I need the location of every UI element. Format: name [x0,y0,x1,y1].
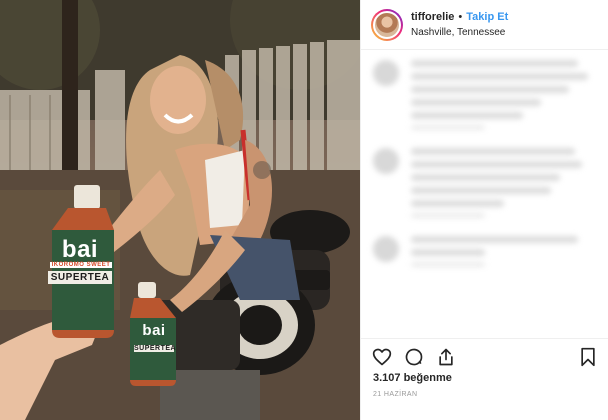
comment-body [411,148,597,218]
comment-body [411,236,597,267]
post-date[interactable]: 21 HAZİRAN [373,391,417,398]
bottle-flavor-large: IKOROMO SWEET [50,262,112,268]
bottle-product-large: SUPERTEA [48,271,112,284]
action-bar [361,338,608,374]
user-line: tifforelie • Takip Et [411,10,508,24]
user-block: tifforelie • Takip Et Nashville, Tenness… [411,10,508,40]
username-link[interactable]: tifforelie [411,10,454,24]
comment-avatar [373,236,399,262]
bottle-brand-small: bai [142,322,166,339]
share-icon[interactable] [435,346,457,368]
heart-icon[interactable] [371,346,393,368]
post-side-panel: tifforelie • Takip Et Nashville, Tenness… [360,0,608,420]
location-link[interactable]: Nashville, Tennessee [411,26,508,40]
post-header: tifforelie • Takip Et Nashville, Tenness… [361,0,608,50]
comments-section[interactable] [361,50,608,338]
bottle-brand-large: bai [61,236,99,263]
comment-icon[interactable] [403,346,425,368]
bookmark-icon[interactable] [577,346,599,368]
photo-illustration [0,0,360,420]
avatar-image [373,10,401,39]
likes-count[interactable]: 3.107 beğenme [373,372,452,384]
bottle-product-small: SUPERTEA [134,345,177,352]
separator-dot: • [458,10,463,23]
follow-button[interactable]: Takip Et [466,10,508,24]
comment-item [373,60,597,130]
comment-body [411,60,597,130]
comment-item [373,236,597,267]
comment-avatar [373,148,399,174]
comment-item [373,148,597,218]
post-photo[interactable]: bai IKOROMO SWEET SUPERTEA bai SUPERTEA [0,0,360,420]
blurred-comments [361,50,608,295]
comment-avatar [373,60,399,86]
avatar[interactable] [371,8,403,41]
